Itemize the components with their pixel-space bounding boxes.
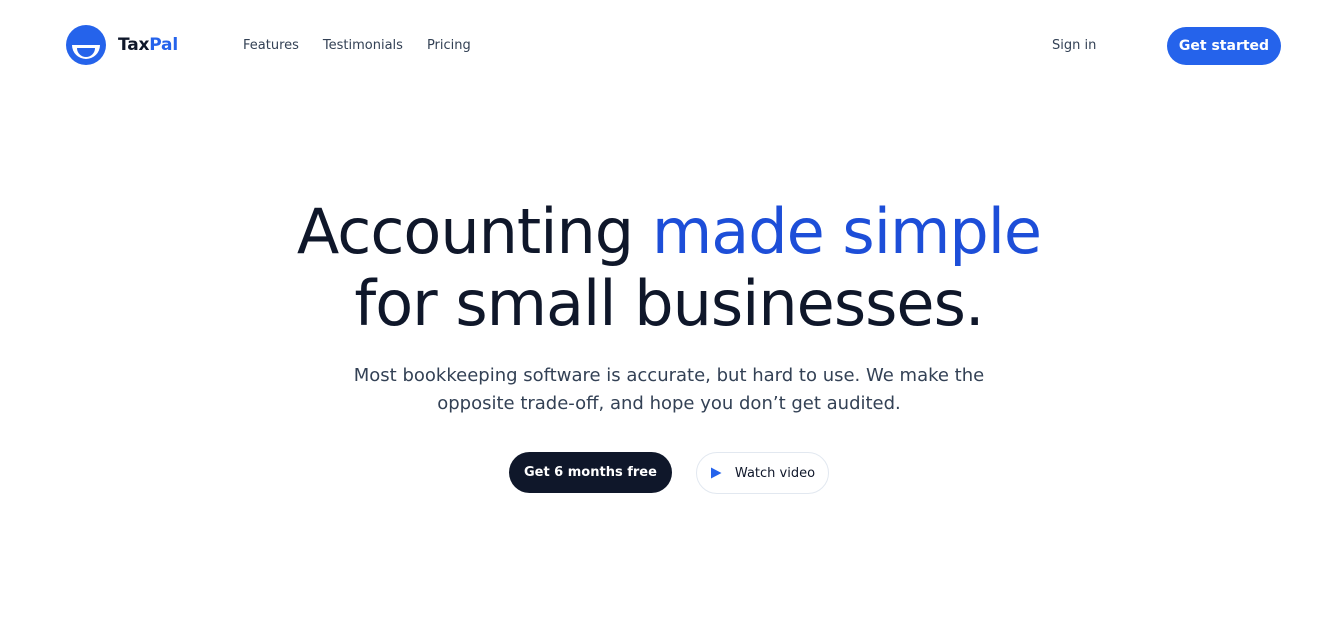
logo-icon bbox=[66, 25, 106, 65]
site-header: TaxPal Features Testimonials Pricing Sig… bbox=[0, 0, 1338, 92]
logo-text-part1: Tax bbox=[118, 35, 150, 55]
get-6-months-free-button[interactable]: Get 6 months free bbox=[508, 452, 672, 493]
hero-title-part1: Accounting bbox=[296, 195, 652, 268]
nav-link-pricing[interactable]: Pricing bbox=[427, 37, 471, 55]
logo-link[interactable]: TaxPal bbox=[66, 25, 178, 65]
watch-video-button[interactable]: Watch video bbox=[695, 452, 830, 494]
play-icon bbox=[710, 467, 722, 479]
nav-link-testimonials[interactable]: Testimonials bbox=[323, 37, 403, 55]
hero-actions: Get 6 months free Watch video bbox=[0, 452, 1338, 494]
hero-section: Accounting made simple for small busines… bbox=[0, 196, 1338, 418]
nav-link-features[interactable]: Features bbox=[243, 37, 299, 55]
get-started-button[interactable]: Get started bbox=[1167, 27, 1281, 65]
logo-text-part2: Pal bbox=[149, 35, 178, 55]
hero-title: Accounting made simple for small busines… bbox=[0, 196, 1338, 340]
hero-title-highlight: made simple bbox=[651, 195, 1042, 268]
sign-in-link[interactable]: Sign in bbox=[1052, 37, 1096, 55]
main-nav: Features Testimonials Pricing bbox=[243, 37, 495, 55]
hero-title-part2: for small businesses. bbox=[354, 267, 984, 340]
watch-video-label: Watch video bbox=[734, 465, 816, 481]
logo-text: TaxPal bbox=[118, 35, 178, 55]
hero-subtitle: Most bookkeeping software is accurate, b… bbox=[353, 365, 985, 414]
